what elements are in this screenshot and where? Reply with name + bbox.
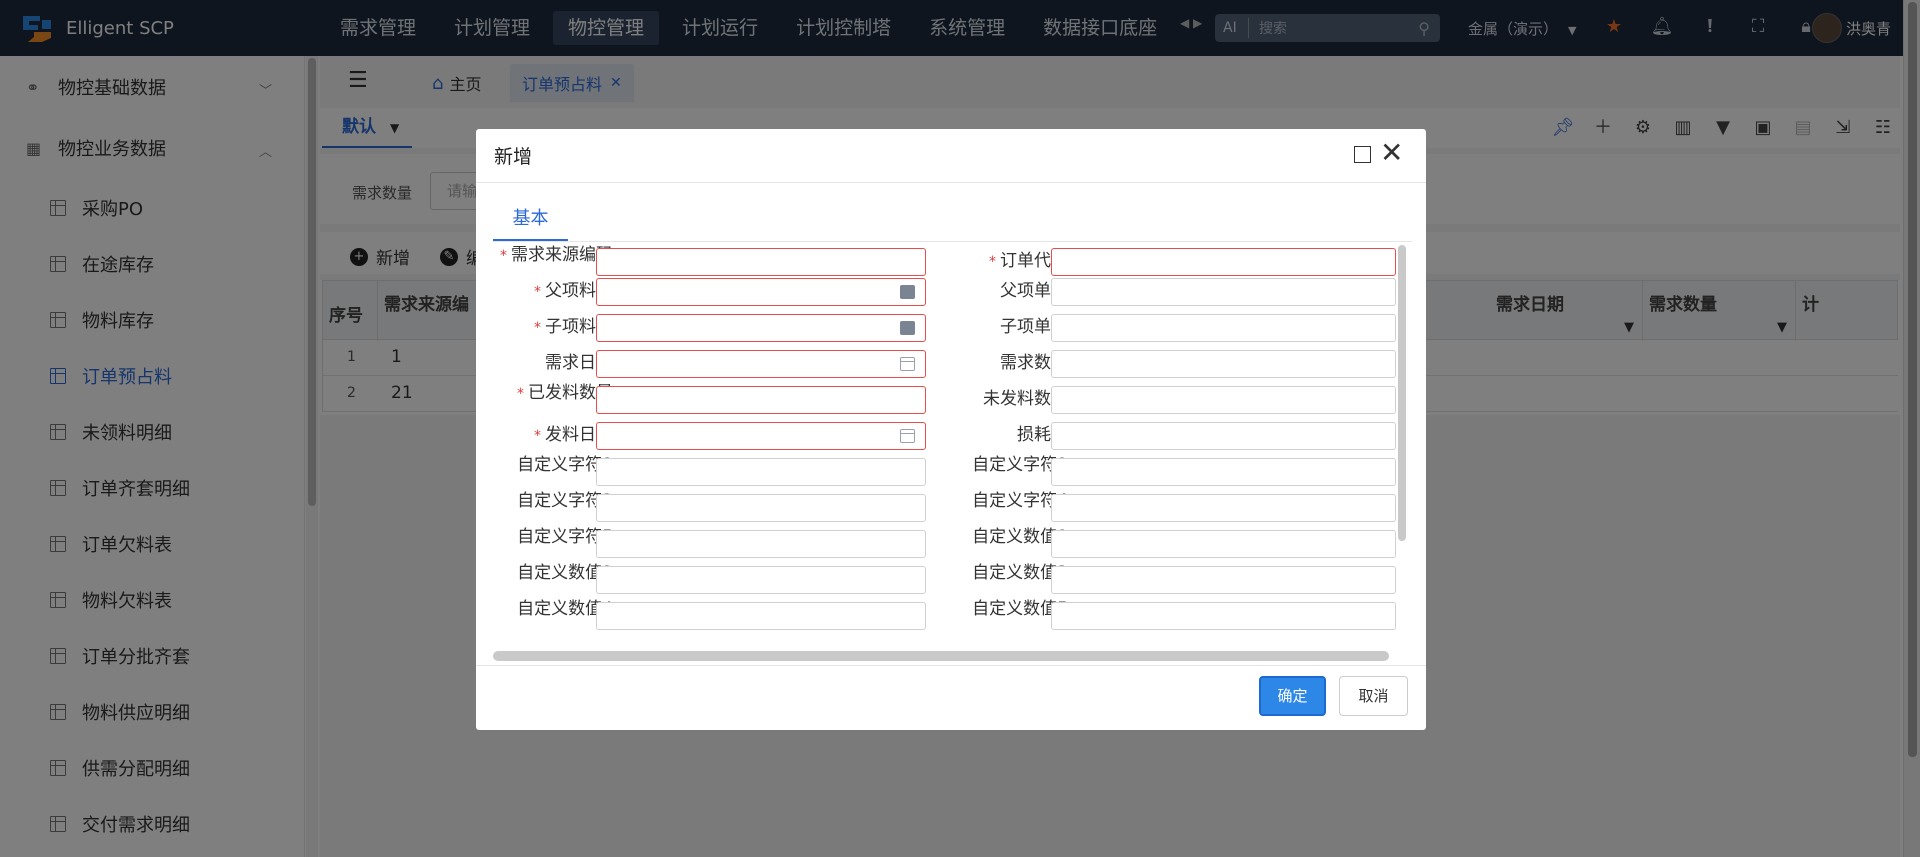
form-row: 自定义字符3 自定义字符4 <box>493 489 1396 525</box>
field-label: 自定义字符1 <box>517 455 613 475</box>
custom-num-2-input[interactable] <box>596 566 926 594</box>
form-horizontal-scrollbar[interactable] <box>493 651 1389 661</box>
demand-date-input[interactable] <box>596 350 926 378</box>
calendar-icon[interactable] <box>900 357 915 371</box>
custom-char-2-input[interactable] <box>1051 458 1396 486</box>
field-label: 损耗率 <box>1017 425 1068 445</box>
custom-num-1-input[interactable] <box>1051 530 1396 558</box>
form-row: * 发料日期 损耗率 <box>493 417 1396 453</box>
add-dialog: 新增 ✕ 基本 * 需求来源编码 * 订单代码 * 父项料号 父项单位 * 子项料号 子… <box>476 129 1426 730</box>
field-label: 自定义字符5 <box>517 527 613 547</box>
field-label: 需求数量 <box>1000 353 1068 373</box>
form-row: * 子项料号 子项单位 <box>493 309 1396 345</box>
required-mark: * <box>534 284 541 300</box>
custom-num-5-input[interactable] <box>1051 602 1396 630</box>
divider <box>476 665 1426 666</box>
field-label: 自定义字符4 <box>972 491 1068 511</box>
required-mark: * <box>500 248 507 264</box>
required-mark: * <box>534 320 541 336</box>
issued-qty-input[interactable] <box>596 386 926 414</box>
maximize-icon[interactable] <box>1354 146 1371 163</box>
confirm-button[interactable]: 确定 <box>1259 676 1326 716</box>
field-label: * 已发料数量 <box>493 381 613 417</box>
lookup-icon[interactable] <box>900 285 915 299</box>
custom-char-1-input[interactable] <box>596 458 926 486</box>
field-label: 自定义字符3 <box>517 491 613 511</box>
cancel-button[interactable]: 取消 <box>1339 676 1408 716</box>
field-label: 自定义字符2 <box>972 455 1068 475</box>
field-label: 自定义数值1 <box>972 527 1068 547</box>
form-row: * 已发料数量 未发料数量 <box>493 381 1396 417</box>
loss-rate-input[interactable] <box>1051 422 1396 450</box>
custom-num-3-input[interactable] <box>1051 566 1396 594</box>
scrollbar-thumb[interactable] <box>1398 245 1406 541</box>
form-row: 需求日期 需求数量 <box>493 345 1396 381</box>
form-row: 自定义字符5 自定义数值1 <box>493 525 1396 561</box>
form-row: 自定义数值4 自定义数值5 <box>493 597 1396 633</box>
demand-qty-input[interactable] <box>1051 350 1396 378</box>
lookup-icon[interactable] <box>900 321 915 335</box>
field-label: 自定义数值3 <box>972 563 1068 583</box>
required-mark: * <box>517 386 524 402</box>
field-label: 父项单位 <box>1000 281 1068 301</box>
field-label: 自定义数值5 <box>972 599 1068 619</box>
form-area: * 需求来源编码 * 订单代码 * 父项料号 父项单位 * 子项料号 子项单位 需求日期… <box>493 243 1396 655</box>
tab-basic[interactable]: 基本 <box>493 203 568 241</box>
divider <box>476 182 1426 183</box>
form-row: * 父项料号 父项单位 <box>493 273 1396 309</box>
unissued-qty-input[interactable] <box>1051 386 1396 414</box>
order-code-input[interactable] <box>1051 248 1396 276</box>
field-label: * 发料日期 <box>493 417 613 453</box>
form-row: 自定义数值2 自定义数值3 <box>493 561 1396 597</box>
child-unit-input[interactable] <box>1051 314 1396 342</box>
source-code-input[interactable] <box>596 248 926 276</box>
calendar-icon[interactable] <box>900 429 915 443</box>
issue-date-input[interactable] <box>596 422 926 450</box>
custom-char-3-input[interactable] <box>596 494 926 522</box>
divider <box>493 241 1412 242</box>
form-row: 自定义字符1 自定义字符2 <box>493 453 1396 489</box>
dialog-title: 新增 <box>494 146 533 168</box>
field-label: * 父项料号 <box>493 273 613 309</box>
parent-item-input[interactable] <box>596 278 926 306</box>
field-label: 自定义数值2 <box>517 563 613 583</box>
close-icon[interactable]: ✕ <box>1380 139 1403 167</box>
custom-char-4-input[interactable] <box>1051 494 1396 522</box>
required-mark: * <box>989 254 996 270</box>
field-label: * 子项料号 <box>493 309 613 345</box>
field-label: 自定义数值4 <box>517 599 613 619</box>
form-vertical-scrollbar[interactable] <box>1396 243 1406 543</box>
child-item-input[interactable] <box>596 314 926 342</box>
parent-unit-input[interactable] <box>1051 278 1396 306</box>
required-mark: * <box>534 428 541 444</box>
custom-num-4-input[interactable] <box>596 602 926 630</box>
field-label: 未发料数量 <box>983 389 1068 409</box>
field-label: 子项单位 <box>1000 317 1068 337</box>
field-label: 需求日期 <box>545 353 613 373</box>
custom-char-5-input[interactable] <box>596 530 926 558</box>
